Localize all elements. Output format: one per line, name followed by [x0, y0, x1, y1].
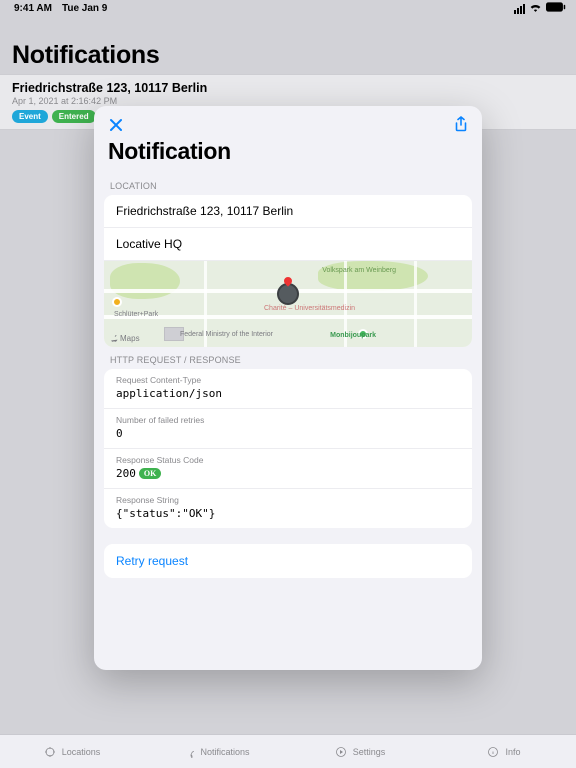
status-bar: 9:41 AM Tue Jan 9 [0, 0, 576, 15]
map-poi: Charité – Universitätsmedizin [264, 305, 355, 312]
status-code-label: Response Status Code [116, 455, 460, 465]
play-circle-icon [335, 746, 347, 758]
map-provider: Maps [110, 334, 140, 343]
section-location-label: LOCATION [94, 173, 482, 195]
response-string-value: {"status":"OK"} [116, 507, 460, 520]
page-header: Notifications [0, 15, 576, 74]
chat-icon [182, 746, 194, 758]
status-time: 9:41 AM [14, 3, 52, 14]
page-title: Notifications [12, 41, 564, 70]
tab-notifications[interactable]: Notifications [144, 735, 288, 768]
tab-bar: Locations Notifications Settings Info [0, 734, 576, 768]
map-poi: Federal Ministry of the Interior [180, 331, 273, 338]
cellular-icon [514, 4, 525, 14]
detail-sheet: Notification LOCATION Friedrichstraße 12… [94, 106, 482, 670]
map-poi: Schlüter+Park [114, 311, 158, 318]
failed-retries-value: 0 [116, 427, 460, 440]
tab-locations[interactable]: Locations [0, 735, 144, 768]
http-card: Request Content-Type application/json Nu… [104, 369, 472, 528]
retry-request-button[interactable]: Retry request [104, 544, 472, 578]
status-date: Tue Jan 9 [62, 3, 107, 14]
location-address: Friedrichstraße 123, 10117 Berlin [104, 195, 472, 228]
badge-event: Event [12, 110, 48, 123]
share-button[interactable] [454, 116, 468, 136]
status-ok-badge: OK [139, 468, 161, 479]
section-http-label: HTTP REQUEST / RESPONSE [94, 347, 482, 369]
response-string-label: Response String [116, 495, 460, 505]
notification-row-title: Friedrichstraße 123, 10117 Berlin [12, 81, 564, 95]
battery-icon [546, 2, 566, 15]
close-button[interactable] [108, 117, 124, 136]
req-content-type-label: Request Content-Type [116, 375, 460, 385]
info-icon [487, 746, 499, 758]
tab-settings[interactable]: Settings [288, 735, 432, 768]
status-code-value: 200OK [116, 467, 460, 480]
wifi-icon [529, 2, 542, 15]
location-card: Friedrichstraße 123, 10117 Berlin Locati… [104, 195, 472, 347]
map-view[interactable]: Schlüter+Park Federal Ministry of the In… [104, 261, 472, 347]
sheet-title: Notification [94, 138, 482, 173]
map-poi-dot [112, 297, 122, 307]
map-pin-icon [277, 283, 299, 305]
map-poi: Volkspark am Weinberg [322, 267, 396, 274]
target-icon [44, 746, 56, 758]
notification-row-subtitle: Apr 1, 2021 at 2:16:42 PM [12, 96, 564, 106]
tab-info[interactable]: Info [432, 735, 576, 768]
location-name: Locative HQ [104, 228, 472, 261]
map-poi: Monbijoupark [330, 332, 376, 339]
failed-retries-label: Number of failed retries [116, 415, 460, 425]
req-content-type-value: application/json [116, 387, 460, 400]
badge-entered: Entered [52, 110, 96, 123]
